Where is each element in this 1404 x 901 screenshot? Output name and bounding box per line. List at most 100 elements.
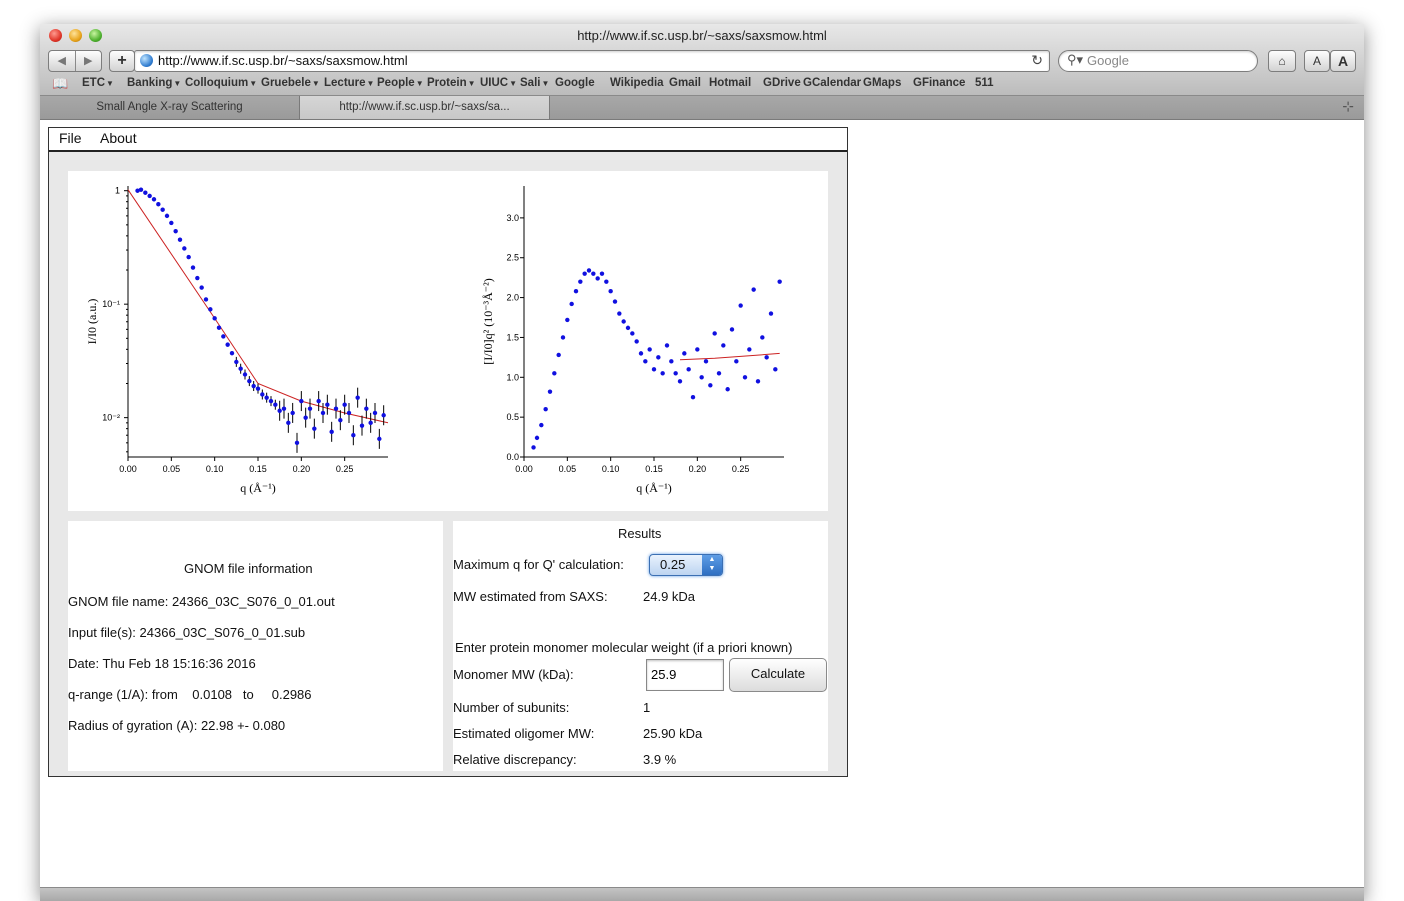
calculate-button[interactable]: Calculate xyxy=(729,658,827,692)
search-icon: ⚲▾ xyxy=(1067,52,1084,67)
data-point xyxy=(338,417,343,423)
x-tick-label: 0.25 xyxy=(732,464,750,474)
text-smaller-button[interactable]: A xyxy=(1304,50,1330,72)
data-point xyxy=(734,359,739,364)
data-point xyxy=(595,276,600,281)
bookmark-lecture[interactable]: Lecture▼ xyxy=(324,77,374,89)
data-point xyxy=(260,392,265,397)
bookmark-label: Gmail xyxy=(669,77,701,89)
bookmark-label: Google xyxy=(555,77,595,89)
globe-icon xyxy=(140,54,153,67)
discrepancy-value: 3.9 % xyxy=(643,752,677,767)
data-point xyxy=(664,343,670,348)
bookmark-wikipedia[interactable]: Wikipedia xyxy=(610,77,664,89)
bookmark-gmail[interactable]: Gmail xyxy=(669,77,701,89)
data-point xyxy=(673,371,678,376)
reload-icon[interactable]: ↻ xyxy=(1031,52,1043,69)
new-tab-icon[interactable]: ⊹ xyxy=(1342,98,1354,115)
address-bar[interactable]: http://www.if.sc.usp.br/~saxs/saxsmow.ht… xyxy=(134,50,1050,72)
dropdown-arrow-icon: ▼ xyxy=(366,79,375,88)
y-tick-label: 0.5 xyxy=(506,412,519,422)
enter-mw-prompt: Enter protein monomer molecular weight (… xyxy=(455,640,793,655)
data-point xyxy=(630,331,635,336)
x-tick-label: 0.10 xyxy=(206,464,224,474)
forward-arrow-icon[interactable]: ▶ xyxy=(76,51,102,71)
add-bookmark-button[interactable]: + xyxy=(109,50,135,72)
data-point xyxy=(656,355,661,360)
plots-panel: 0.00 0.05 0.10 0.15 0.20 0.25 1 10⁻¹ 10⁻² q (Å⁻¹)… xyxy=(68,171,828,511)
bookmark-protein[interactable]: Protein▼ xyxy=(427,77,476,89)
data-point xyxy=(586,268,592,273)
data-point xyxy=(677,379,683,384)
home-button[interactable]: ⌂ xyxy=(1268,50,1296,72)
data-point xyxy=(208,307,213,312)
bookmark-gcalendar[interactable]: GCalendar xyxy=(803,77,861,89)
bookmark-hotmail[interactable]: Hotmail xyxy=(709,77,751,89)
bookmark-gmaps[interactable]: GMaps xyxy=(863,77,901,89)
max-q-label: Maximum q for Q' calculation: xyxy=(453,557,624,572)
data-point xyxy=(777,279,782,284)
data-point xyxy=(599,271,605,276)
bookmark-label: People xyxy=(377,77,415,89)
plots-svg: 0.00 0.05 0.10 0.15 0.20 0.25 1 10⁻¹ 10⁻² q (Å⁻¹)… xyxy=(85,186,784,495)
max-q-spinner[interactable]: 0.25 ▲ ▼ xyxy=(649,554,723,576)
monomer-mw-label: Monomer MW (kDa): xyxy=(453,667,574,682)
data-point xyxy=(212,316,217,321)
data-point xyxy=(151,197,157,202)
data-point xyxy=(552,371,557,376)
results-panel: Results Maximum q for Q' calculation: 0.… xyxy=(453,521,828,771)
bookmark-gfinance[interactable]: GFinance xyxy=(913,77,965,89)
x-axis-label: q (Å⁻¹) xyxy=(636,481,672,495)
search-field[interactable]: ⚲▾ Google xyxy=(1058,50,1258,72)
data-point xyxy=(742,375,748,380)
data-point xyxy=(307,406,313,411)
bookmark-gruebele[interactable]: Gruebele▼ xyxy=(261,77,320,89)
menu-about[interactable]: About xyxy=(100,130,137,146)
bookmark-label: Sali xyxy=(520,77,541,89)
tab-saxsmow[interactable]: http://www.if.sc.usp.br/~saxs/sa... xyxy=(300,96,550,119)
bookmark-gdrive[interactable]: GDrive xyxy=(763,77,801,89)
tab-bar: Small Angle X-ray Scattering http://www.… xyxy=(40,96,1364,120)
back-arrow-icon[interactable]: ◀ xyxy=(49,51,76,71)
bookmark-511[interactable]: 511 xyxy=(975,77,994,89)
bookmark-colloquium[interactable]: Colloquium▼ xyxy=(185,77,257,89)
data-point xyxy=(578,279,583,284)
data-point xyxy=(699,375,704,380)
monomer-mw-field[interactable] xyxy=(646,659,724,691)
bookmark-label: UIUC xyxy=(480,77,509,89)
open-book-icon[interactable]: 📖 xyxy=(52,76,68,92)
bookmark-people[interactable]: People▼ xyxy=(377,77,424,89)
data-point xyxy=(138,187,144,192)
data-point xyxy=(160,207,165,212)
saxsmow-applet: File About 0.00 0.05 0.10 0.15 0.20 0.25 1 10⁻¹… xyxy=(48,127,848,777)
text-bigger-button[interactable]: A xyxy=(1330,50,1356,72)
data-point xyxy=(604,279,609,284)
data-point xyxy=(647,347,652,352)
bookmark-sali[interactable]: Sali▼ xyxy=(520,77,549,89)
menu-file[interactable]: File xyxy=(59,130,82,146)
bookmark-uiuc[interactable]: UIUC▼ xyxy=(480,77,517,89)
data-point xyxy=(216,325,222,330)
subunits-value: 1 xyxy=(643,700,651,715)
bookmark-label: Protein xyxy=(427,77,467,89)
bookmark-etc[interactable]: ETC▼ xyxy=(82,77,114,89)
url-text[interactable]: http://www.if.sc.usp.br/~saxs/saxsmow.ht… xyxy=(158,53,408,68)
dropdown-arrow-icon: ▼ xyxy=(249,79,258,88)
data-point xyxy=(372,410,378,416)
dropdown-arrow-icon: ▼ xyxy=(311,79,320,88)
x-tick-label: 0.20 xyxy=(293,464,311,474)
monomer-mw-input[interactable] xyxy=(647,660,719,688)
gnom-title: GNOM file information xyxy=(184,561,313,576)
data-point xyxy=(643,359,648,364)
bookmark-google[interactable]: Google xyxy=(555,77,595,89)
dropdown-arrow-icon: ▼ xyxy=(106,79,114,88)
tab-small-angle[interactable]: Small Angle X-ray Scattering xyxy=(40,96,300,119)
data-point xyxy=(703,359,709,364)
subunits-label: Number of subunits: xyxy=(453,700,570,715)
data-point xyxy=(377,436,382,442)
x-tick-label: 0.05 xyxy=(559,464,577,474)
gnom-input-files: Input file(s): 24366_03C_S076_0_01.sub xyxy=(68,625,306,640)
x-tick-label: 0.25 xyxy=(336,464,354,474)
spinner-arrows-icon[interactable]: ▲ ▼ xyxy=(702,555,722,575)
bookmark-banking[interactable]: Banking▼ xyxy=(127,77,181,89)
